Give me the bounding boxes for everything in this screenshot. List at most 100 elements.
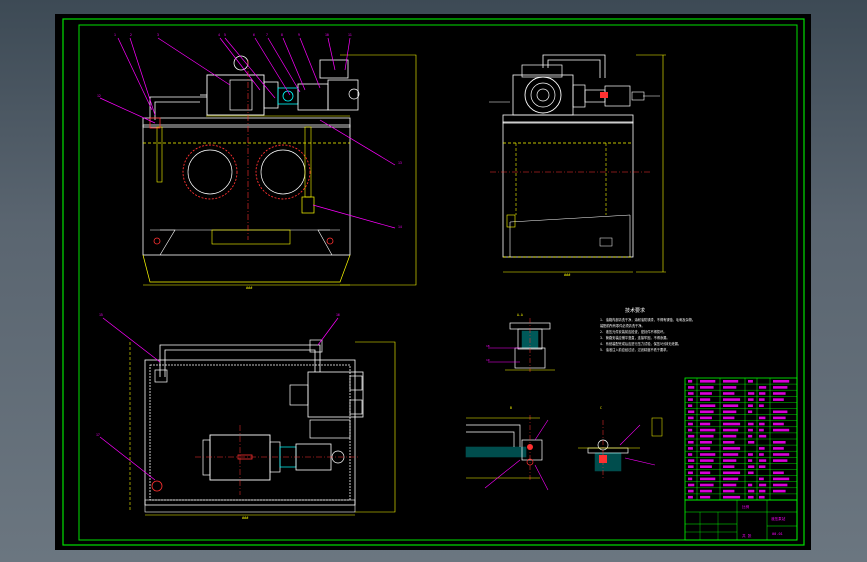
bom-cell-text [723, 483, 737, 487]
bom-cell-text [759, 447, 765, 450]
bom-cell-text [759, 404, 764, 407]
bom-cell-text [700, 483, 714, 487]
bom-cell-text [748, 428, 753, 432]
bom-cell-text [759, 459, 767, 462]
bom-cell-text [773, 410, 788, 414]
bom-cell-text [700, 422, 711, 426]
bom-cell-text [748, 422, 754, 426]
svg-text:6: 6 [253, 33, 255, 37]
bom-cell-text [723, 422, 741, 426]
bom-cell-text [700, 428, 716, 432]
svg-text:###: ### [564, 273, 571, 277]
svg-text:13: 13 [398, 161, 402, 165]
bom-cell-text [700, 416, 712, 420]
tech-req-line: 4. 系统装配完成后应进行压力试验，保压5分钟无泄漏。 [600, 341, 681, 346]
bom-cell-text [700, 380, 716, 383]
bom-cell-text [759, 386, 767, 389]
svg-text:16: 16 [336, 313, 340, 317]
bom-cell-text [700, 404, 716, 407]
bom-cell-text [723, 465, 735, 468]
bom-cell-text [688, 489, 694, 493]
bom-cell-text [688, 495, 693, 499]
bom-cell-text [688, 434, 695, 438]
bom-cell-text [700, 441, 712, 444]
svg-text:18: 18 [486, 344, 490, 348]
svg-text:2: 2 [130, 33, 132, 37]
bom-cell-text [748, 392, 755, 395]
svg-text:9: 9 [298, 33, 300, 37]
bom-cell-text [773, 471, 784, 475]
scale-label: 比例 [742, 504, 750, 509]
svg-text:10: 10 [325, 33, 329, 37]
bom-cell-text [688, 422, 693, 426]
bom-cell-text [688, 483, 695, 487]
bom-cell-text [773, 459, 788, 462]
bom-cell-text [748, 410, 753, 414]
bom-cell-text [773, 489, 786, 493]
bom-cell-text [700, 465, 712, 468]
bom-cell-text [748, 398, 754, 401]
bom-cell-text [773, 428, 790, 432]
cad-viewport[interactable]: ### 123 456 789 10 11 12 13 14 ### ### 1… [0, 0, 867, 562]
bom-cell-text [773, 441, 786, 444]
bom-cell-text [700, 453, 716, 456]
bom-cell-text [700, 495, 711, 499]
bom-cell-text [748, 495, 754, 499]
bom-cell-text [723, 453, 739, 456]
bom-cell-text [773, 453, 790, 456]
svg-text:5: 5 [224, 33, 226, 37]
bom-cell-text [700, 489, 712, 493]
svg-text:A-A: A-A [517, 313, 523, 317]
bom-cell-text [759, 434, 767, 438]
bom-cell-text [688, 410, 695, 414]
tech-req-line: 2. 液压元件安装前应检查，密封件不得损坏。 [600, 329, 666, 334]
svg-text:11: 11 [348, 33, 352, 37]
bom-cell-text [700, 410, 714, 414]
svg-text:15: 15 [99, 313, 103, 317]
bom-cell-text [759, 428, 764, 432]
bom-cell-text [700, 398, 711, 401]
bom-cell-text [748, 489, 755, 493]
bom-cell-text [759, 392, 766, 395]
bom-cell-text [723, 410, 737, 414]
bom-cell-text [688, 386, 695, 389]
bom-cell-text [723, 434, 737, 438]
tech-req-line: 1. 油箱内部清洗干净，涂耐油防锈漆，不得有锈蚀、毛刺及杂物。 [600, 317, 695, 322]
svg-text:C: C [600, 406, 602, 410]
bom-cell-text [773, 392, 786, 395]
bom-cell-text [748, 441, 755, 444]
bom-cell-text [748, 404, 753, 407]
svg-text:12: 12 [97, 94, 101, 98]
bom-cell-text [688, 441, 694, 444]
bom-cell-text [748, 380, 753, 383]
bom-cell-text [688, 416, 694, 420]
bom-cell-text [723, 459, 737, 462]
svg-text:7: 7 [266, 33, 268, 37]
bom-cell-text [773, 422, 784, 426]
bom-cell-text [723, 404, 739, 407]
svg-text:14: 14 [398, 225, 402, 229]
bom-cell-text [688, 392, 694, 395]
bom-cell-text [688, 459, 695, 462]
bom-cell-text [700, 447, 711, 450]
bom-cell-text [748, 434, 753, 438]
tech-req-line: 5. 油液注入前应经过滤，过滤精度不低于要求。 [600, 347, 670, 352]
drawing-name: 液压泵站 [771, 516, 786, 521]
svg-text:###: ### [246, 286, 253, 290]
bom-cell-text [723, 416, 735, 420]
svg-text:3: 3 [157, 33, 159, 37]
bom-cell-text [723, 447, 741, 450]
bom-cell-text [723, 392, 735, 395]
bom-cell-text [700, 471, 711, 475]
bom-cell-text [688, 404, 693, 407]
bom-cell-text [723, 428, 739, 432]
bom-cell-text [773, 380, 790, 383]
bom-cell-text [748, 483, 753, 487]
svg-text:B: B [510, 406, 512, 410]
svg-text:1: 1 [114, 33, 116, 37]
bom-cell-text [723, 471, 741, 475]
bom-cell-text [688, 471, 693, 475]
bom-cell-text [759, 416, 766, 420]
bom-cell-text [748, 453, 753, 456]
bom-cell-text [688, 428, 693, 432]
